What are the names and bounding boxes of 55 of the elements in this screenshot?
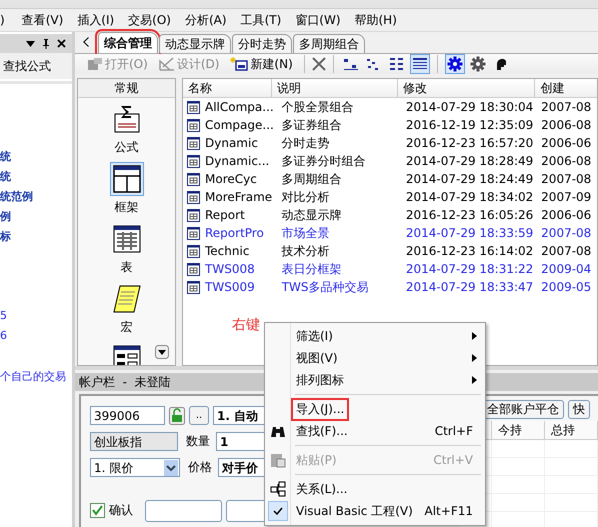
table-cell-text: 2007-09: [540, 190, 592, 204]
table-cell-text: Report: [204, 208, 246, 222]
table-cell-text: MoreCyc: [204, 172, 258, 186]
table-cell-text: Dynamic...: [204, 154, 270, 168]
table-cell-text: 2006-08: [540, 154, 592, 168]
table-cell-text: 2006-06: [540, 136, 592, 150]
table-cell-text: 市场全景: [280, 224, 331, 242]
table-cell-text: 个股全景组合: [280, 98, 355, 116]
table-cell-text: 对比分析: [280, 188, 331, 206]
table-cell-text: 技术分析: [280, 242, 331, 260]
table-cell-text: 多证券分时组合: [280, 152, 367, 170]
table-cell-text: 分时走势: [280, 134, 331, 152]
table-cell-text: 2014-07-29 18:33:47: [404, 280, 534, 294]
table-cell-text: 2016-12-23 16:57:20: [404, 136, 534, 150]
search-label: 查找公式: [0, 53, 72, 79]
table-cell-text: 2014-07-29 18:33:59: [404, 226, 534, 240]
instrument-field: 创业板指: [90, 432, 178, 451]
table-cell-text: 2007-08: [540, 244, 592, 258]
table-cell-text: Technic: [204, 244, 250, 258]
table-cell-text: 2007-08: [540, 226, 592, 240]
category-header: 常规: [78, 79, 175, 98]
table-cell-text: 多证券组合: [280, 116, 343, 134]
table-cell-text: 2006-08: [540, 118, 592, 132]
category-label: 宏: [120, 319, 132, 336]
table-cell-text: 2007-08: [540, 172, 592, 186]
table-cell-text: TWS008: [204, 262, 256, 276]
checkbox-label: 确认: [109, 502, 133, 519]
table-cell-text: 2009-05: [540, 280, 592, 294]
category-label: 公式: [114, 139, 138, 156]
quantity-label: 数量: [186, 433, 211, 450]
table-cell-text: 2016-12-23 16:14:02: [404, 244, 534, 258]
table-cell-text: 2016-12-23 16:05:26: [404, 208, 534, 222]
table-cell-text: 2014-07-29 18:34:02: [404, 190, 534, 204]
table-cell-text: 多周期组合: [280, 170, 343, 188]
table-cell-text: 表日分框架: [280, 260, 343, 278]
table-cell-text: TWS多品种交易: [280, 278, 370, 296]
annotation-text: 右键: [232, 316, 260, 334]
table-cell-text: 2009-04: [540, 262, 592, 276]
table-cell-text: Compage...: [204, 118, 275, 132]
price-label: 价格: [188, 459, 213, 476]
table-cell-text: 2016-12-19 12:35:09: [404, 118, 534, 132]
table-cell-text: 2014-07-29 18:31:22: [404, 262, 534, 276]
table-cell-text: 2007-08: [540, 100, 592, 114]
table-cell-text: 2014-07-29 18:30:04: [404, 100, 534, 114]
table-cell-text: Dynamic: [204, 136, 259, 150]
category-label: 框架: [114, 199, 138, 216]
category-label: 表: [120, 259, 132, 276]
table-cell-text: MoreFrame: [204, 190, 274, 204]
table-cell-text: 2006-06: [540, 208, 592, 222]
table-cell-text: AllCompa...: [204, 100, 275, 114]
table-cell-text: 2014-07-29 18:28:49: [404, 154, 534, 168]
table-cell-text: 动态显示牌: [280, 206, 343, 224]
table-cell-text: ReportPro: [204, 226, 265, 240]
table-cell-text: 2014-07-29 18:24:49: [404, 172, 534, 186]
table-cell-text: TWS009: [204, 280, 256, 294]
